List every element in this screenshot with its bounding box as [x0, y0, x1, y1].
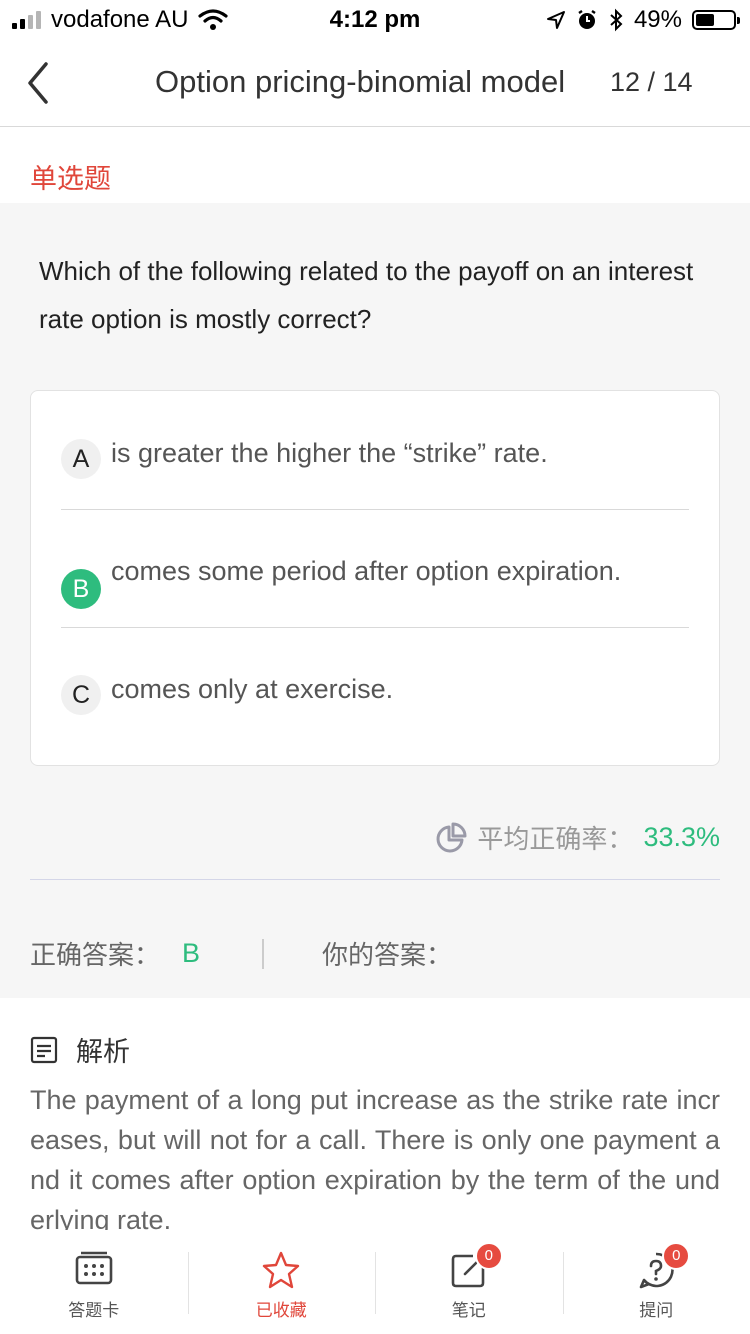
bottom-tab-bar: 答题卡 已收藏 0 笔记 0 提问 — [0, 1234, 750, 1334]
tab-notes[interactable]: 0 笔记 — [375, 1234, 563, 1334]
status-right: 49% — [546, 6, 740, 34]
battery-icon — [692, 10, 740, 30]
answer-separator — [262, 938, 265, 969]
question-counter: 12 / 14 — [610, 67, 693, 97]
analysis-text: The payment of a long put increase as th… — [30, 1085, 720, 1230]
option-c[interactable]: C comes only at exercise. — [61, 627, 689, 745]
analysis-title: 解析 — [76, 1037, 130, 1068]
option-b[interactable]: B comes some period after option expirat… — [61, 509, 689, 628]
option-text: comes some period after option expiratio… — [111, 556, 622, 586]
tab-label: 笔记 — [451, 1301, 486, 1321]
your-answer-label: 你的答案： — [322, 941, 453, 971]
questions-badge: 0 — [662, 1242, 691, 1270]
question-area: Which of the following related to the pa… — [0, 203, 750, 998]
correct-answer-value: B — [182, 938, 201, 968]
alarm-icon — [578, 10, 596, 29]
question-type-label: 单选题 — [30, 164, 111, 195]
average-accuracy: 平均正确率： 33.3% — [435, 819, 720, 856]
battery-percent: 49% — [633, 6, 682, 33]
back-button[interactable] — [22, 60, 62, 106]
option-letter: B — [61, 569, 101, 609]
chevron-left-icon — [28, 62, 48, 104]
status-bar: vodafone AU 4:12 pm 49% — [0, 0, 750, 40]
star-icon — [263, 1251, 300, 1289]
question-type-row: 单选题 — [0, 143, 750, 201]
option-text: is greater the higher the “strike” rate. — [111, 438, 548, 468]
nav-bar: Option pricing-binomial model 12 / 14 — [0, 40, 750, 127]
tab-label: 已收藏 — [255, 1301, 307, 1321]
answer-card-icon — [75, 1251, 113, 1285]
question-text: Which of the following related to the pa… — [39, 256, 694, 334]
average-value: 33.3% — [643, 822, 720, 852]
average-label: 平均正确率： — [477, 825, 634, 855]
options-card: A is greater the higher the “strike” rat… — [30, 390, 720, 766]
page-title: Option pricing-binomial model — [155, 64, 566, 99]
option-letter: A — [61, 439, 101, 479]
location-arrow-icon — [546, 11, 565, 29]
document-icon — [30, 1036, 58, 1063]
option-letter: C — [61, 675, 101, 715]
correct-answer-label: 正确答案： — [30, 941, 161, 971]
bluetooth-icon — [610, 8, 623, 32]
notes-badge: 0 — [474, 1242, 503, 1270]
tab-answer-card[interactable]: 答题卡 — [0, 1234, 188, 1334]
option-text: comes only at exercise. — [111, 674, 394, 704]
pie-chart-icon — [436, 822, 467, 852]
divider — [30, 879, 720, 880]
tab-label: 答题卡 — [68, 1301, 120, 1321]
answer-row: 正确答案： B 你的答案： — [30, 935, 452, 972]
tab-questions[interactable]: 0 提问 — [562, 1234, 750, 1334]
tab-favorited[interactable]: 已收藏 — [187, 1234, 376, 1334]
tab-label: 提问 — [639, 1301, 674, 1321]
analysis-header: 解析 — [30, 1030, 130, 1069]
option-a[interactable]: A is greater the higher the “strike” rat… — [61, 391, 689, 510]
